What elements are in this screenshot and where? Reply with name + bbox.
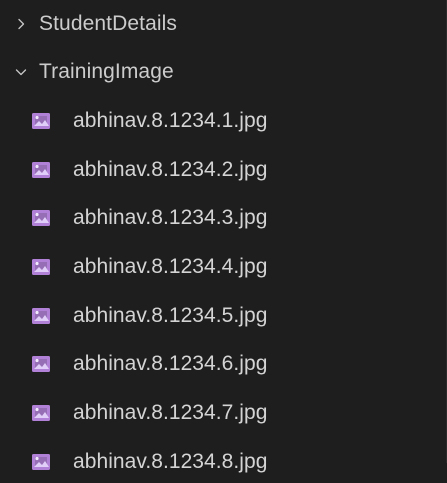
- image-file-icon: [31, 258, 51, 276]
- folder-trainingimage[interactable]: TrainingImage: [0, 51, 446, 93]
- folder-studentdetails[interactable]: StudentDetails: [0, 3, 446, 45]
- file-item[interactable]: abhinav.8.1234.8.jpg: [0, 441, 446, 483]
- chevron-right-icon: [11, 14, 31, 34]
- image-file-icon: [31, 209, 51, 227]
- image-file-icon: [31, 355, 51, 373]
- folder-label: TrainingImage: [39, 60, 174, 83]
- file-item[interactable]: abhinav.8.1234.2.jpg: [0, 149, 446, 191]
- file-label: abhinav.8.1234.2.jpg: [73, 158, 268, 181]
- file-item[interactable]: abhinav.8.1234.7.jpg: [0, 392, 446, 434]
- file-item[interactable]: abhinav.8.1234.4.jpg: [0, 246, 446, 288]
- image-file-icon: [31, 112, 51, 130]
- folder-label: StudentDetails: [39, 12, 177, 35]
- file-label: abhinav.8.1234.1.jpg: [73, 109, 268, 132]
- chevron-down-icon: [11, 62, 31, 82]
- file-label: abhinav.8.1234.6.jpg: [73, 352, 268, 375]
- image-file-icon: [31, 404, 51, 422]
- file-label: abhinav.8.1234.3.jpg: [73, 206, 268, 229]
- image-file-icon: [31, 453, 51, 471]
- file-label: abhinav.8.1234.5.jpg: [73, 304, 268, 327]
- file-item[interactable]: abhinav.8.1234.5.jpg: [0, 295, 446, 337]
- file-explorer-tree: StudentDetails TrainingImage abhinav.8.1…: [0, 0, 447, 473]
- file-item[interactable]: abhinav.8.1234.1.jpg: [0, 100, 446, 142]
- file-label: abhinav.8.1234.8.jpg: [73, 450, 268, 473]
- file-item[interactable]: abhinav.8.1234.3.jpg: [0, 197, 446, 239]
- file-label: abhinav.8.1234.4.jpg: [73, 255, 268, 278]
- image-file-icon: [31, 307, 51, 325]
- image-file-icon: [31, 161, 51, 179]
- file-label: abhinav.8.1234.7.jpg: [73, 401, 268, 424]
- file-item[interactable]: abhinav.8.1234.6.jpg: [0, 343, 446, 385]
